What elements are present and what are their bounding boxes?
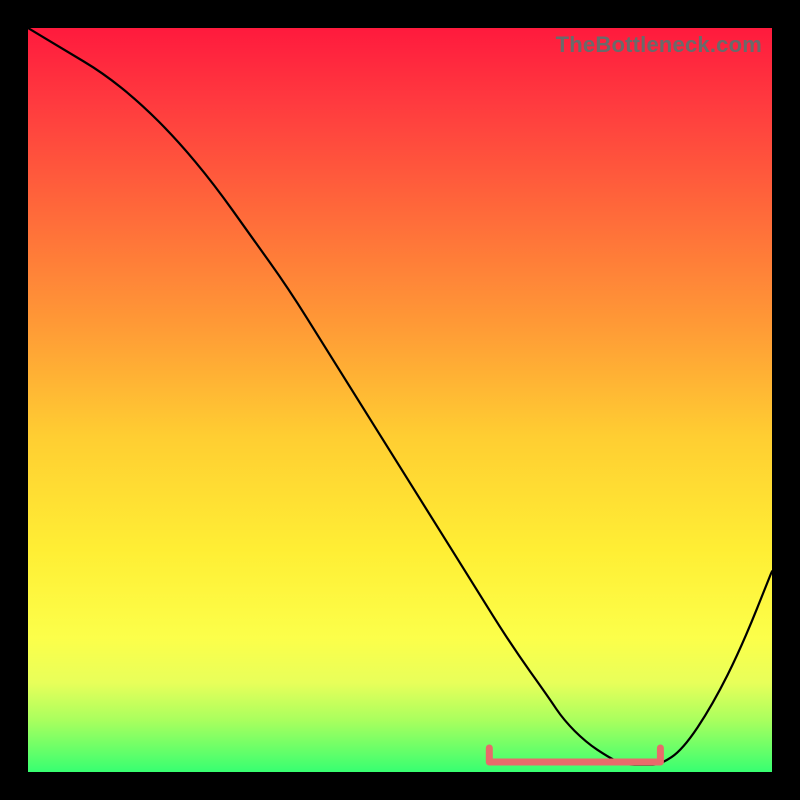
chart-plot-area: TheBottleneck.com	[28, 28, 772, 772]
bottleneck-curve	[28, 28, 772, 765]
chart-svg	[28, 28, 772, 772]
optimal-range-bracket	[489, 748, 660, 762]
